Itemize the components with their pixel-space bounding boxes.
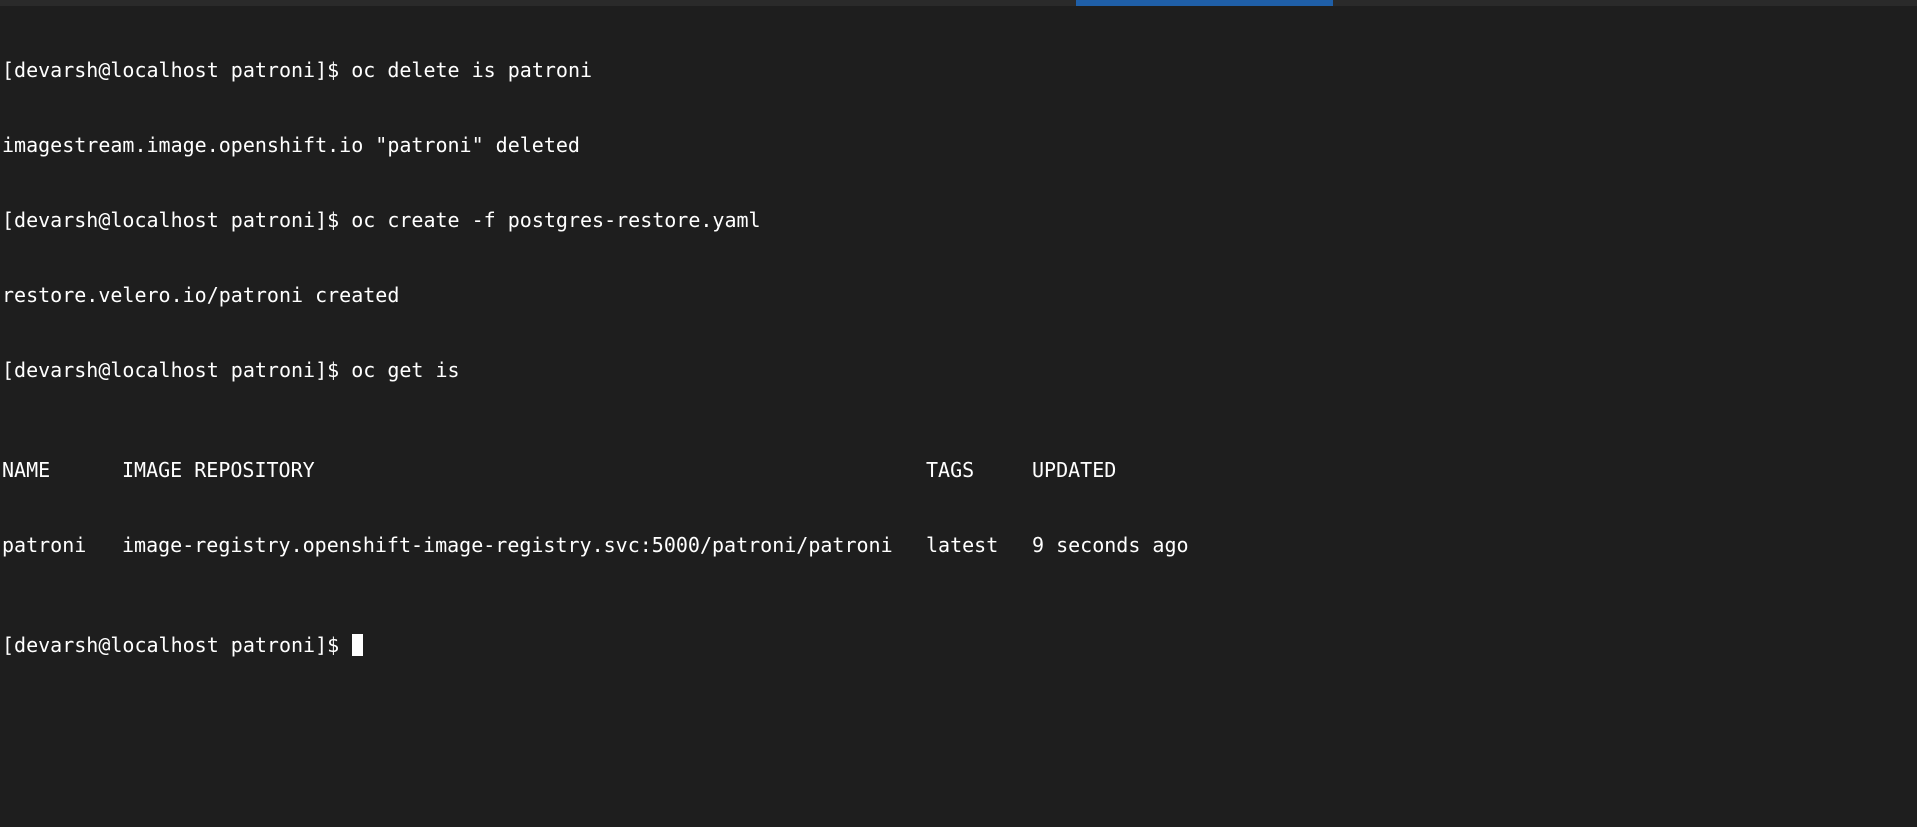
- cell-updated: 9 seconds ago: [1032, 533, 1189, 557]
- column-header-tags: TAGS: [926, 458, 975, 482]
- terminal-scrollbar[interactable]: [1909, 6, 1917, 827]
- window-top-strip: [0, 0, 1917, 6]
- cell-tags: latest: [926, 533, 999, 557]
- command-line: [devarsh@localhost patroni]$ oc create -…: [2, 208, 1917, 233]
- output-line: imagestream.image.openshift.io "patroni"…: [2, 133, 580, 157]
- cell-name: patroni: [2, 533, 87, 557]
- prompt: [devarsh@localhost patroni]$: [2, 58, 340, 82]
- prompt: [devarsh@localhost patroni]$: [2, 633, 340, 657]
- column-header-name: NAME: [2, 458, 51, 482]
- column-header-image-repository: IMAGE REPOSITORY: [122, 458, 315, 482]
- table-header-row: NAME IMAGE REPOSITORY TAGS UPDATED: [2, 458, 1917, 483]
- prompt: [devarsh@localhost patroni]$: [2, 208, 340, 232]
- active-tab-indicator[interactable]: [1076, 0, 1333, 6]
- command-line: [devarsh@localhost patroni]$ oc get is: [2, 358, 1917, 383]
- output-line: restore.velero.io/patroni created: [2, 283, 400, 307]
- prompt: [devarsh@localhost patroni]$: [2, 358, 340, 382]
- terminal-output[interactable]: [devarsh@localhost patroni]$ oc delete i…: [2, 8, 1917, 827]
- command-line: [devarsh@localhost patroni]$ oc delete i…: [2, 58, 1917, 83]
- current-command-line[interactable]: [devarsh@localhost patroni]$: [2, 633, 1917, 658]
- table-row: patroni image-registry.openshift-image-r…: [2, 533, 1917, 558]
- cell-image-repository: image-registry.openshift-image-registry.…: [122, 533, 893, 557]
- column-header-updated: UPDATED: [1032, 458, 1117, 482]
- command-text: oc get is: [351, 358, 460, 382]
- command-text: oc delete is patroni: [351, 58, 593, 82]
- text-cursor: [352, 634, 364, 656]
- command-text: oc create -f postgres-restore.yaml: [351, 208, 761, 232]
